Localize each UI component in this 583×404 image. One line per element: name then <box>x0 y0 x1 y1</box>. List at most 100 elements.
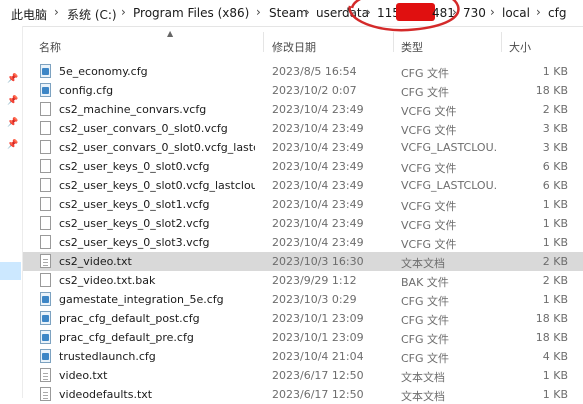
file-size: 2 KB <box>542 255 568 268</box>
breadcrumb-this-pc[interactable]: 此电脑 <box>11 6 47 23</box>
file-name: cs2_video.txt <box>59 255 132 268</box>
chevron-right-icon[interactable]: › <box>490 5 495 19</box>
file-row[interactable]: cs2_user_keys_0_slot0.vcfg 2023/10/4 23:4… <box>23 157 583 176</box>
file-name: config.cfg <box>59 84 114 97</box>
chevron-right-icon[interactable]: › <box>536 5 541 19</box>
file-row[interactable]: cs2_video.txt.bak 2023/9/29 1:12 BAK 文件 2 K… <box>23 271 583 290</box>
file-row[interactable]: gamestate_integration_5e.cfg 2023/10/3 0:… <box>23 290 583 309</box>
file-row[interactable]: videodefaults.txt 2023/6/17 12:50 文本文档 1 KB <box>23 385 583 404</box>
chevron-right-icon[interactable]: › <box>305 5 310 19</box>
file-row[interactable]: cs2_video.txt 2023/10/3 16:30 文本文档 2 KB <box>23 252 583 271</box>
file-type: CFG 文件 <box>401 86 450 99</box>
file-size: 1 KB <box>542 65 568 78</box>
column-divider[interactable] <box>263 32 264 52</box>
file-modified-date: 2023/6/17 12:50 <box>272 388 364 401</box>
file-type: BAK 文件 <box>401 276 449 289</box>
blank-file-icon <box>40 235 51 249</box>
file-modified-date: 2023/10/4 23:49 <box>272 198 364 211</box>
blank-file-icon <box>40 197 51 211</box>
breadcrumb-program-files[interactable]: Program Files (x86) <box>133 6 249 20</box>
breadcrumb-cfg[interactable]: cfg <box>548 6 566 20</box>
column-divider[interactable] <box>501 32 502 52</box>
file-row[interactable]: cs2_user_keys_0_slot2.vcfg 2023/10/4 23:4… <box>23 214 583 233</box>
file-row[interactable]: cs2_user_keys_0_slot1.vcfg 2023/10/4 23:4… <box>23 195 583 214</box>
chevron-right-icon[interactable]: › <box>121 5 126 19</box>
text-file-icon <box>40 254 51 268</box>
file-row[interactable]: prac_cfg_default_post.cfg 2023/10/1 23:09… <box>23 309 583 328</box>
file-modified-date: 2023/10/4 23:49 <box>272 179 364 192</box>
column-header-date[interactable]: 修改日期 <box>272 39 316 55</box>
column-header-size[interactable]: 大小 <box>509 39 531 55</box>
file-type: VCFG 文件 <box>401 219 457 232</box>
file-modified-date: 2023/10/4 23:49 <box>272 160 364 173</box>
column-divider[interactable] <box>393 32 394 52</box>
column-header-name[interactable]: 名称 <box>39 39 61 55</box>
file-modified-date: 2023/9/29 1:12 <box>272 274 357 287</box>
file-name: gamestate_integration_5e.cfg <box>59 293 224 306</box>
cfg-file-icon <box>40 64 51 78</box>
file-type: 文本文档 <box>401 390 445 403</box>
column-header-type[interactable]: 类型 <box>401 39 423 55</box>
cfg-file-icon <box>40 311 51 325</box>
file-row[interactable]: 5e_economy.cfg 2023/8/5 16:54 CFG 文件 1 KB <box>23 62 583 81</box>
file-type: VCFG 文件 <box>401 162 457 175</box>
chevron-right-icon[interactable]: › <box>256 5 261 19</box>
pin-icon[interactable]: 📌 <box>7 74 18 84</box>
file-modified-date: 2023/10/3 16:30 <box>272 255 364 268</box>
file-type: CFG 文件 <box>401 352 450 365</box>
file-type: VCFG 文件 <box>401 124 457 137</box>
file-modified-date: 2023/8/5 16:54 <box>272 65 357 78</box>
blank-file-icon <box>40 140 51 154</box>
file-row[interactable]: cs2_machine_convars.vcfg 2023/10/4 23:49 V… <box>23 100 583 119</box>
file-modified-date: 2023/10/1 23:09 <box>272 312 364 325</box>
file-size: 18 KB <box>535 312 568 325</box>
file-modified-date: 2023/10/4 23:49 <box>272 103 364 116</box>
breadcrumb-drive-c[interactable]: 系统 (C:) <box>67 6 117 23</box>
file-row[interactable]: trustedlaunch.cfg 2023/10/4 21:04 CFG 文件 4 … <box>23 347 583 366</box>
file-name: cs2_machine_convars.vcfg <box>59 103 207 116</box>
file-name: cs2_video.txt.bak <box>59 274 156 287</box>
navigation-selected-item[interactable] <box>0 262 21 280</box>
file-name: video.txt <box>59 369 108 382</box>
file-name: cs2_user_keys_0_slot2.vcfg <box>59 217 210 230</box>
file-size: 4 KB <box>542 350 568 363</box>
file-modified-date: 2023/10/4 23:49 <box>272 141 364 154</box>
file-size: 18 KB <box>535 84 568 97</box>
breadcrumb-730[interactable]: 730 <box>463 6 486 20</box>
file-name: cs2_user_convars_0_slot0.vcfg_lastclo... <box>59 141 255 154</box>
file-row[interactable]: prac_cfg_default_pre.cfg 2023/10/1 23:09 C… <box>23 328 583 347</box>
file-name: prac_cfg_default_pre.cfg <box>59 331 194 344</box>
file-size: 2 KB <box>542 274 568 287</box>
pin-icon[interactable]: 📌 <box>7 140 18 150</box>
file-size: 3 KB <box>542 141 568 154</box>
cfg-file-icon <box>40 349 51 363</box>
file-modified-date: 2023/10/4 23:49 <box>272 236 364 249</box>
file-type: CFG 文件 <box>401 67 450 80</box>
file-name: cs2_user_keys_0_slot0.vcfg <box>59 160 210 173</box>
address-bar[interactable]: 此电脑 › 系统 (C:) › Program Files (x86) › St… <box>0 0 583 32</box>
file-name: videodefaults.txt <box>59 388 153 401</box>
pin-icon[interactable]: 📌 <box>7 96 18 106</box>
file-modified-date: 2023/10/4 21:04 <box>272 350 364 363</box>
file-modified-date: 2023/6/17 12:50 <box>272 369 364 382</box>
breadcrumb-steam[interactable]: Steam <box>269 6 308 20</box>
file-size: 1 KB <box>542 217 568 230</box>
pin-icon[interactable]: 📌 <box>7 118 18 128</box>
file-row[interactable]: cs2_user_convars_0_slot0.vcfg_lastclo...… <box>23 138 583 157</box>
file-name: cs2_user_convars_0_slot0.vcfg <box>59 122 228 135</box>
file-row[interactable]: cs2_user_convars_0_slot0.vcfg 2023/10/4 2… <box>23 119 583 138</box>
file-type: VCFG 文件 <box>401 200 457 213</box>
file-type: 文本文档 <box>401 371 445 384</box>
file-size: 2 KB <box>542 103 568 116</box>
breadcrumb-local[interactable]: local <box>502 6 530 20</box>
chevron-right-icon[interactable]: › <box>54 5 59 19</box>
text-file-icon <box>40 368 51 382</box>
cfg-file-icon <box>40 330 51 344</box>
file-row[interactable]: config.cfg 2023/10/2 0:07 CFG 文件 18 KB <box>23 81 583 100</box>
file-row[interactable]: cs2_user_keys_0_slot3.vcfg 2023/10/4 23:4… <box>23 233 583 252</box>
file-type: CFG 文件 <box>401 295 450 308</box>
file-modified-date: 2023/10/4 23:49 <box>272 217 364 230</box>
file-row[interactable]: cs2_user_keys_0_slot0.vcfg_lastclouded 20… <box>23 176 583 195</box>
file-row[interactable]: video.txt 2023/6/17 12:50 文本文档 1 KB <box>23 366 583 385</box>
column-header-bar: ▲ 名称 修改日期 类型 大小 <box>23 26 583 56</box>
